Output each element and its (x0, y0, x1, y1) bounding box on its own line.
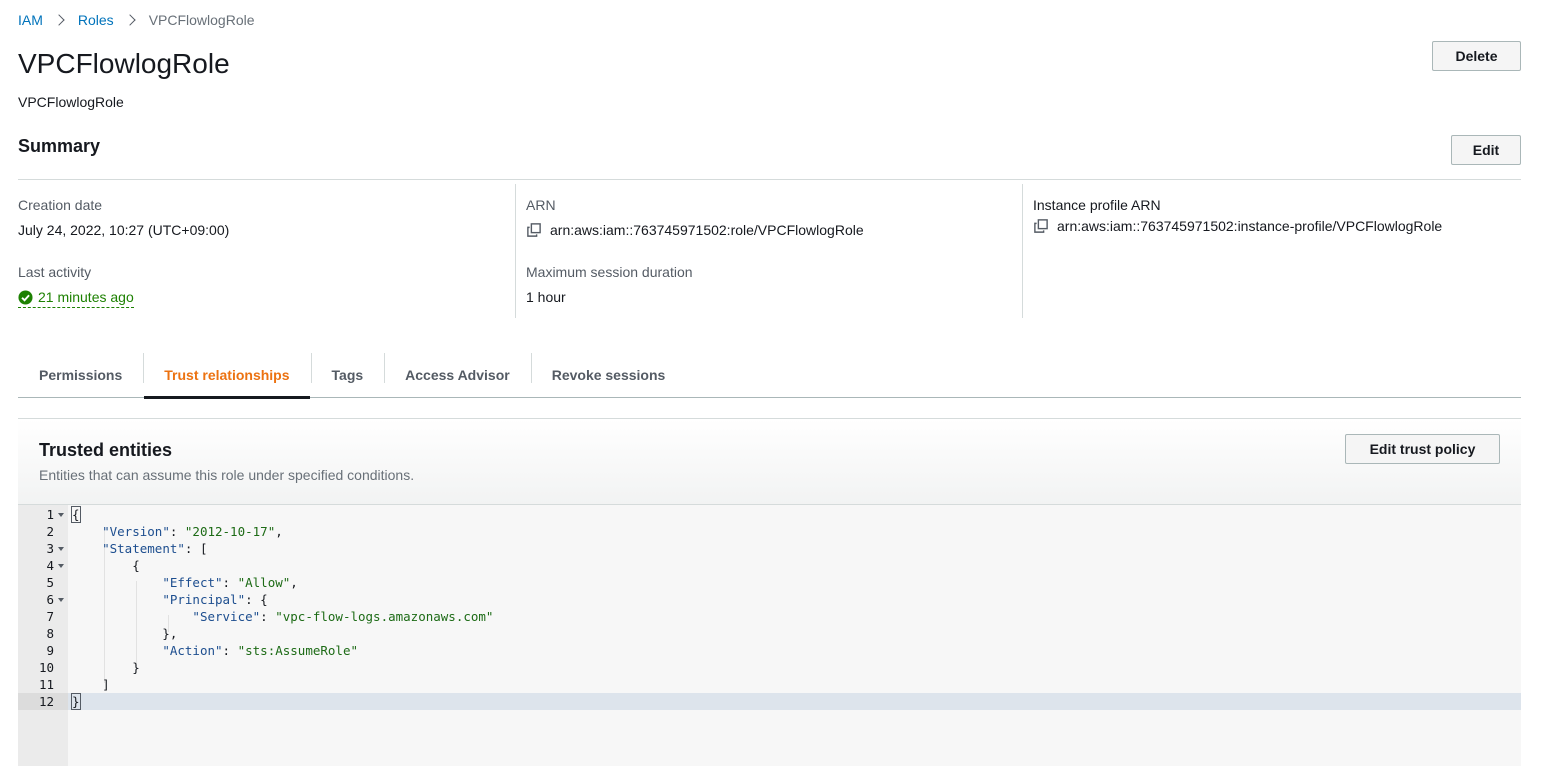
trusted-entities-title: Trusted entities (39, 440, 173, 460)
code-text: "Service": "vpc-flow-logs.amazonaws.com" (192, 609, 494, 624)
code-text: { (72, 558, 140, 573)
max-session-value: 1 hour (526, 289, 566, 305)
summary-title: Summary (18, 136, 101, 156)
success-check-icon (18, 289, 33, 305)
chevron-right-icon (124, 14, 136, 26)
code-line[interactable]: 1{ (18, 506, 1521, 523)
delete-button[interactable]: Delete (1432, 41, 1521, 71)
last-activity-value: 21 minutes ago (38, 289, 134, 305)
tab-revoke-sessions[interactable]: Revoke sessions (530, 352, 687, 397)
breadcrumb-roles-link[interactable]: Roles (78, 12, 114, 28)
arn-label: ARN (526, 197, 556, 213)
code-text: } (71, 693, 81, 710)
edit-trust-policy-button[interactable]: Edit trust policy (1345, 434, 1500, 464)
code-text: "Version": "2012-10-17", (102, 524, 283, 539)
code-line[interactable]: 2 "Version": "2012-10-17", (18, 523, 1521, 540)
code-text: "Effect": "Allow", (162, 575, 298, 590)
instance-profile-value: arn:aws:iam::763745971502:instance-profi… (1057, 218, 1443, 234)
code-line[interactable]: 5 "Effect": "Allow", (18, 574, 1521, 591)
code-line[interactable]: 4 { (18, 557, 1521, 574)
trusted-entities-panel: Trusted entities Entities that can assum… (18, 418, 1521, 766)
fold-toggle-icon[interactable] (58, 598, 64, 602)
edit-summary-button[interactable]: Edit (1451, 135, 1521, 165)
tab-access-advisor[interactable]: Access Advisor (384, 352, 531, 397)
code-text: "Action": "sts:AssumeRole" (162, 643, 359, 658)
code-line[interactable]: 6 "Principal": { (18, 591, 1521, 608)
line-number: 2 (46, 524, 54, 539)
code-line[interactable]: 10 } (18, 659, 1521, 676)
breadcrumb-current: VPCFlowlogRole (148, 12, 255, 28)
column-divider (1022, 184, 1023, 318)
copy-icon[interactable] (527, 223, 541, 237)
tab-permissions[interactable]: Permissions (18, 352, 143, 397)
page-title: VPCFlowlogRole (18, 48, 230, 79)
code-line[interactable]: 3 "Statement": [ (18, 540, 1521, 557)
tab-tags[interactable]: Tags (310, 352, 385, 397)
fold-toggle-icon[interactable] (58, 547, 64, 551)
fold-toggle-icon[interactable] (58, 564, 64, 568)
column-divider (515, 184, 516, 318)
last-activity-status[interactable]: 21 minutes ago (18, 289, 134, 308)
fold-toggle-icon[interactable] (58, 513, 64, 517)
summary-divider (18, 179, 1521, 180)
line-number: 10 (38, 660, 54, 675)
line-number: 5 (46, 575, 54, 590)
breadcrumb-iam-link[interactable]: IAM (18, 12, 43, 28)
code-line[interactable]: 8 }, (18, 625, 1521, 642)
line-number: 8 (46, 626, 54, 641)
max-session-label: Maximum session duration (526, 264, 693, 280)
tab-trust-relationships[interactable]: Trust relationships (143, 352, 310, 399)
code-text: "Statement": [ (102, 541, 208, 556)
arn-value: arn:aws:iam::763745971502:role/VPCFlowlo… (550, 222, 864, 238)
creation-date-label: Creation date (18, 197, 103, 213)
trusted-entities-description: Entities that can assume this role under… (39, 467, 415, 483)
trust-policy-editor[interactable]: 1{2 "Version": "2012-10-17", 3 "Statement… (18, 505, 1521, 766)
code-line[interactable]: 11 ] (18, 676, 1521, 693)
page-description: VPCFlowlogRole (18, 94, 124, 110)
code-text: }, (72, 626, 178, 641)
breadcrumb: IAM Roles VPCFlowlogRole (18, 12, 255, 28)
copy-icon[interactable] (1034, 219, 1048, 233)
line-number: 9 (46, 643, 54, 658)
line-number: 12 (18, 693, 68, 710)
line-number: 7 (46, 609, 54, 624)
instance-profile-label: Instance profile ARN (1033, 197, 1161, 213)
creation-date-value: July 24, 2022, 10:27 (UTC+09:00) (18, 222, 230, 238)
code-line[interactable]: 7 "Service": "vpc-flow-logs.amazonaws.co… (18, 608, 1521, 625)
code-text: ] (72, 677, 110, 692)
instance-profile-row: arn:aws:iam::763745971502:instance-profi… (1034, 218, 1442, 234)
last-activity-label: Last activity (18, 264, 92, 280)
code-text: "Principal": { (162, 592, 268, 607)
role-tabs: Permissions Trust relationships Tags Acc… (18, 352, 1521, 399)
code-line[interactable]: 9 "Action": "sts:AssumeRole" (18, 642, 1521, 659)
line-number: 11 (38, 677, 54, 692)
code-line[interactable]: 12} (18, 693, 1521, 710)
arn-row: arn:aws:iam::763745971502:role/VPCFlowlo… (527, 222, 864, 238)
chevron-right-icon (53, 14, 65, 26)
code-text: } (72, 660, 140, 675)
code-text: { (71, 506, 81, 523)
panel-header: Trusted entities Entities that can assum… (18, 419, 1521, 505)
